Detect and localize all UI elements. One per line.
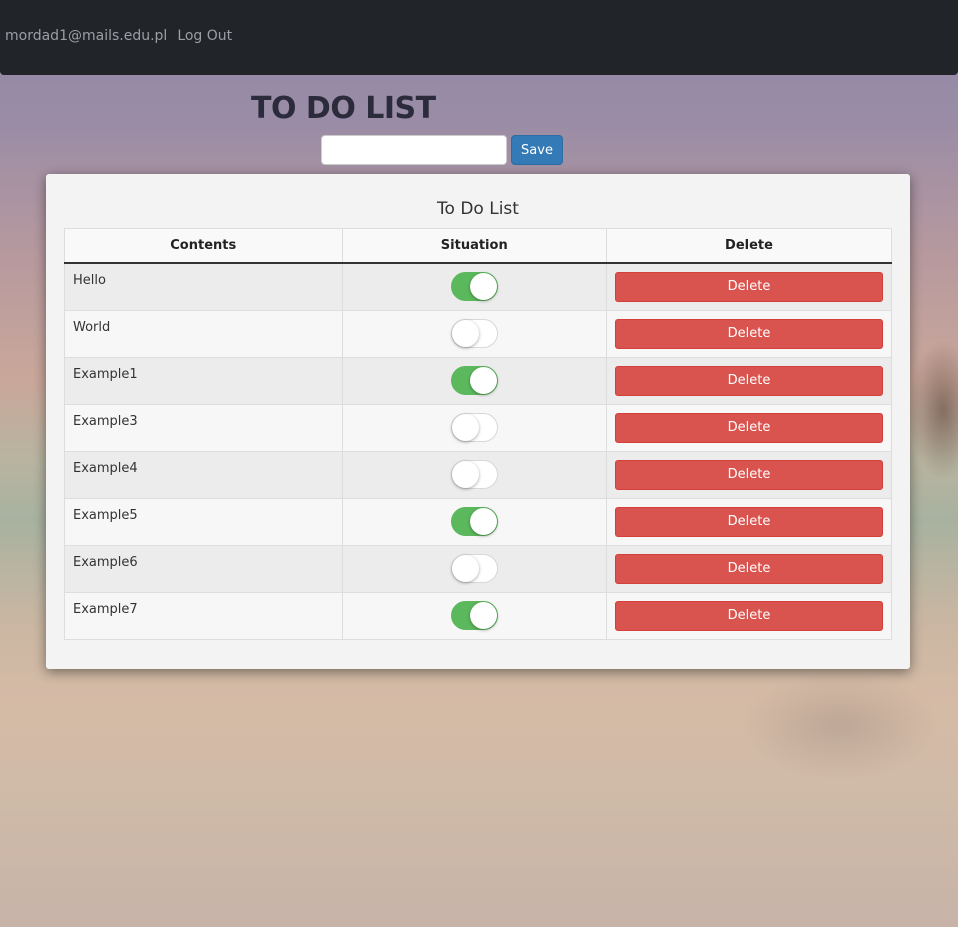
todo-table-body: Hello Delete World Delete Example1 Delete Exam… bbox=[64, 262, 892, 640]
delete-button[interactable]: Delete bbox=[615, 318, 883, 349]
toggle-knob bbox=[469, 508, 497, 535]
situation-cell bbox=[341, 591, 607, 640]
situation-toggle[interactable] bbox=[450, 413, 498, 442]
todo-content: Example6 bbox=[64, 544, 343, 593]
table-row: Example3 Delete bbox=[64, 403, 892, 452]
toggle-knob bbox=[451, 555, 479, 582]
table-row: Example6 Delete bbox=[64, 544, 892, 593]
table-row: World Delete bbox=[64, 309, 892, 358]
toggle-knob bbox=[469, 367, 497, 394]
delete-cell: Delete bbox=[606, 497, 892, 546]
situation-toggle[interactable] bbox=[450, 366, 498, 395]
situation-toggle[interactable] bbox=[450, 507, 498, 536]
todo-table: Contents Situation Delete Hello Delete Wor… bbox=[64, 228, 892, 640]
delete-button[interactable]: Delete bbox=[615, 553, 883, 584]
toggle-knob bbox=[451, 461, 479, 488]
situation-cell bbox=[341, 544, 607, 593]
table-header-row: Contents Situation Delete bbox=[64, 228, 892, 264]
new-todo-input[interactable] bbox=[321, 135, 507, 165]
delete-button[interactable]: Delete bbox=[615, 271, 883, 302]
situation-toggle[interactable] bbox=[450, 460, 498, 489]
situation-toggle[interactable] bbox=[450, 319, 498, 348]
table-row: Example5 Delete bbox=[64, 497, 892, 546]
table-row: Hello Delete bbox=[64, 262, 892, 311]
situation-toggle[interactable] bbox=[450, 272, 498, 301]
todo-content: Example7 bbox=[64, 591, 343, 640]
delete-cell: Delete bbox=[606, 450, 892, 499]
toggle-knob bbox=[469, 273, 497, 300]
todo-content: Example3 bbox=[64, 403, 343, 452]
todo-content: World bbox=[64, 309, 343, 358]
top-navbar: mordad1@mails.edu.pl Log Out bbox=[0, 0, 958, 75]
situation-cell bbox=[341, 403, 607, 452]
situation-cell bbox=[341, 450, 607, 499]
header-delete: Delete bbox=[606, 228, 892, 264]
toggle-knob bbox=[451, 320, 479, 347]
delete-button[interactable]: Delete bbox=[615, 506, 883, 537]
delete-cell: Delete bbox=[606, 262, 892, 311]
situation-cell bbox=[341, 262, 607, 311]
delete-button[interactable]: Delete bbox=[615, 600, 883, 631]
todo-content: Hello bbox=[64, 262, 343, 311]
situation-cell bbox=[341, 309, 607, 358]
panel-title: To Do List bbox=[437, 199, 519, 219]
header-contents: Contents bbox=[64, 228, 343, 264]
save-button[interactable]: Save bbox=[511, 135, 563, 165]
toggle-knob bbox=[469, 602, 497, 629]
todo-content: Example1 bbox=[64, 356, 343, 405]
logout-link[interactable]: Log Out bbox=[177, 28, 232, 44]
page-title: TO DO LIST bbox=[251, 91, 436, 126]
delete-button[interactable]: Delete bbox=[615, 365, 883, 396]
toggle-knob bbox=[451, 414, 479, 441]
delete-cell: Delete bbox=[606, 591, 892, 640]
todo-content: Example5 bbox=[64, 497, 343, 546]
todo-content: Example4 bbox=[64, 450, 343, 499]
table-row: Example4 Delete bbox=[64, 450, 892, 499]
delete-cell: Delete bbox=[606, 403, 892, 452]
user-email: mordad1@mails.edu.pl bbox=[5, 28, 168, 44]
todo-panel: To Do List Contents Situation Delete Hel… bbox=[46, 174, 910, 669]
situation-cell bbox=[341, 356, 607, 405]
background-tree bbox=[908, 340, 958, 480]
delete-cell: Delete bbox=[606, 356, 892, 405]
situation-cell bbox=[341, 497, 607, 546]
situation-toggle[interactable] bbox=[450, 554, 498, 583]
delete-button[interactable]: Delete bbox=[615, 412, 883, 443]
table-row: Example7 Delete bbox=[64, 591, 892, 640]
delete-cell: Delete bbox=[606, 309, 892, 358]
table-row: Example1 Delete bbox=[64, 356, 892, 405]
header-situation: Situation bbox=[341, 228, 607, 264]
delete-cell: Delete bbox=[606, 544, 892, 593]
delete-button[interactable]: Delete bbox=[615, 459, 883, 490]
background-bush bbox=[740, 670, 940, 780]
situation-toggle[interactable] bbox=[450, 601, 498, 630]
